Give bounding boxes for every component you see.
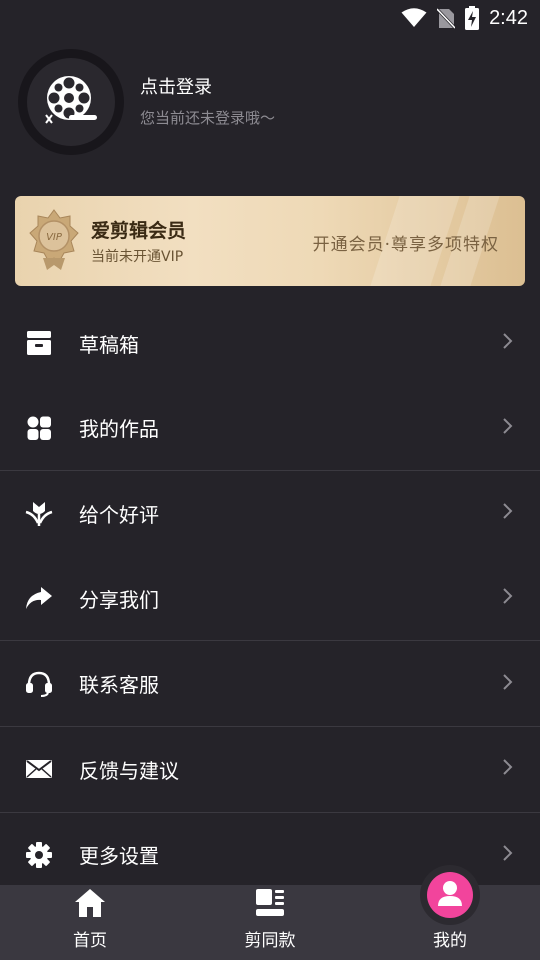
chevron-right-icon — [502, 673, 514, 695]
menu-item-label: 分享我们 — [79, 587, 159, 612]
menu-item-rate-us[interactable]: 给个好评 — [0, 471, 540, 556]
gear-icon — [24, 840, 54, 870]
login-status-text: 您当前还未登录哦～ — [140, 109, 276, 127]
chevron-right-icon — [502, 844, 514, 866]
battery-charging-icon — [465, 6, 480, 30]
nav-label: 我的 — [433, 931, 467, 951]
chevron-right-icon — [502, 332, 514, 354]
nav-tab-templates[interactable]: 剪同款 — [180, 885, 360, 960]
envelope-icon — [24, 754, 54, 784]
chevron-right-icon — [502, 502, 514, 524]
chevron-right-icon — [502, 758, 514, 780]
works-grid-icon — [24, 413, 54, 443]
clock-time: 2:42 — [489, 6, 528, 29]
menu-item-label: 草稿箱 — [79, 332, 139, 357]
login-link[interactable]: 点击登录 — [140, 75, 275, 101]
menu-item-label: 反馈与建议 — [79, 758, 179, 783]
menu-item-label: 联系客服 — [79, 673, 159, 698]
chevron-right-icon — [502, 587, 514, 609]
template-icon — [255, 888, 285, 922]
menu-item-label: 我的作品 — [79, 417, 159, 442]
vip-badge-text: VIP — [46, 232, 63, 243]
nav-active-indicator — [420, 865, 480, 925]
wifi-icon — [401, 8, 427, 28]
nav-tab-mine[interactable]: 我的 — [360, 865, 540, 960]
user-icon — [437, 879, 463, 911]
profile-section[interactable]: 点击登录 您当前还未登录哦～ — [18, 48, 275, 156]
menu-item-label: 给个好评 — [79, 502, 159, 527]
home-icon — [74, 888, 106, 922]
menu-item-drafts[interactable]: 草稿箱 — [0, 301, 540, 386]
vip-badge-icon: VIP — [29, 208, 79, 276]
menu-item-feedback[interactable]: 反馈与建议 — [0, 727, 540, 812]
status-bar: 2:42 — [0, 0, 540, 36]
drafts-box-icon — [24, 328, 54, 358]
nav-label: 首页 — [73, 931, 107, 951]
nav-label: 剪同款 — [244, 931, 296, 951]
no-sim-icon — [437, 7, 456, 29]
vip-slogan: 开通会员·尊享多项特权 — [312, 235, 499, 255]
avatar[interactable] — [18, 49, 124, 155]
vip-status-text: 当前未开通VIP — [91, 249, 184, 265]
settings-menu: 草稿箱 我的作品 给个好评 分享我们 联系客服 反馈与建议 更多设置 — [0, 301, 540, 897]
menu-item-label: 更多设置 — [79, 844, 159, 869]
menu-item-my-works[interactable]: 我的作品 — [0, 386, 540, 471]
share-arrow-icon — [24, 583, 54, 613]
flower-rating-icon — [24, 498, 54, 528]
vip-banner[interactable]: VIP 爱剪辑会员 当前未开通VIP 开通会员·尊享多项特权 — [15, 196, 525, 286]
film-reel-icon — [42, 71, 100, 133]
headset-icon — [24, 669, 54, 699]
chevron-right-icon — [502, 417, 514, 439]
nav-tab-home[interactable]: 首页 — [0, 885, 180, 960]
bottom-nav: 首页 剪同款 我的 — [0, 865, 540, 960]
menu-item-share[interactable]: 分享我们 — [0, 556, 540, 641]
vip-title: 爱剪辑会员 — [91, 220, 187, 242]
menu-item-customer-service[interactable]: 联系客服 — [0, 641, 540, 726]
